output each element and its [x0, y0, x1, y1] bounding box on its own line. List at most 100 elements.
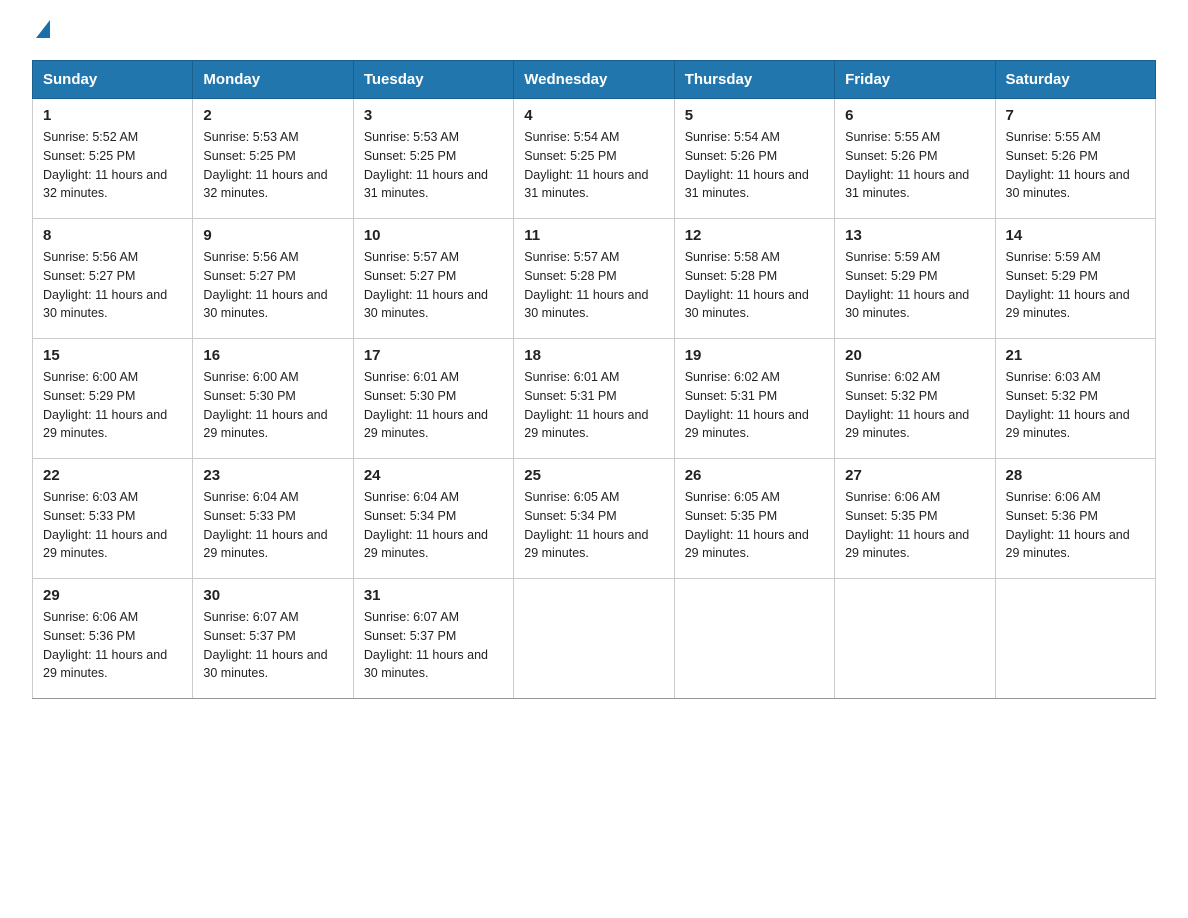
- day-number: 13: [845, 227, 984, 244]
- day-number: 17: [364, 347, 503, 364]
- calendar-cell: 26Sunrise: 6:05 AMSunset: 5:35 PMDayligh…: [674, 459, 834, 579]
- calendar-body: 1Sunrise: 5:52 AMSunset: 5:25 PMDaylight…: [33, 99, 1156, 699]
- day-info: Sunrise: 6:05 AMSunset: 5:35 PMDaylight:…: [685, 488, 824, 563]
- calendar-cell: 14Sunrise: 5:59 AMSunset: 5:29 PMDayligh…: [995, 219, 1155, 339]
- calendar-cell: [514, 579, 674, 699]
- calendar-cell: [835, 579, 995, 699]
- calendar-week-row: 8 Sunrise: 5:56 AMSunset: 5:27 PMDaylight…: [33, 219, 1156, 339]
- day-number: 19: [685, 347, 824, 364]
- day-number: 16: [203, 347, 342, 364]
- calendar-cell: [995, 579, 1155, 699]
- calendar-cell: 30 Sunrise: 6:07 AMSunset: 5:37 PMDayligh…: [193, 579, 353, 699]
- calendar-cell: 1Sunrise: 5:52 AMSunset: 5:25 PMDaylight…: [33, 99, 193, 219]
- day-number: 14: [1006, 227, 1145, 244]
- day-info: Sunrise: 5:54 AMSunset: 5:26 PMDaylight:…: [685, 128, 824, 203]
- day-number: 8: [43, 227, 182, 244]
- day-info: Sunrise: 5:53 AMSunset: 5:25 PMDaylight:…: [364, 128, 503, 203]
- calendar-week-row: 29Sunrise: 6:06 AMSunset: 5:36 PMDayligh…: [33, 579, 1156, 699]
- day-info: Sunrise: 6:00 AMSunset: 5:30 PMDaylight:…: [203, 368, 342, 443]
- weekday-header-thursday: Thursday: [674, 61, 834, 99]
- weekday-header-monday: Monday: [193, 61, 353, 99]
- day-number: 5: [685, 107, 824, 124]
- calendar-cell: 29Sunrise: 6:06 AMSunset: 5:36 PMDayligh…: [33, 579, 193, 699]
- day-info: Sunrise: 6:01 AMSunset: 5:30 PMDaylight:…: [364, 368, 503, 443]
- day-info: Sunrise: 5:55 AMSunset: 5:26 PMDaylight:…: [1006, 128, 1145, 203]
- calendar-cell: 5 Sunrise: 5:54 AMSunset: 5:26 PMDaylight…: [674, 99, 834, 219]
- day-info: Sunrise: 6:04 AMSunset: 5:33 PMDaylight:…: [203, 488, 342, 563]
- day-number: 6: [845, 107, 984, 124]
- calendar-week-row: 1Sunrise: 5:52 AMSunset: 5:25 PMDaylight…: [33, 99, 1156, 219]
- calendar-cell: 13Sunrise: 5:59 AMSunset: 5:29 PMDayligh…: [835, 219, 995, 339]
- day-number: 2: [203, 107, 342, 124]
- calendar-cell: 23 Sunrise: 6:04 AMSunset: 5:33 PMDayligh…: [193, 459, 353, 579]
- day-number: 21: [1006, 347, 1145, 364]
- weekday-header-wednesday: Wednesday: [514, 61, 674, 99]
- day-info: Sunrise: 5:55 AMSunset: 5:26 PMDaylight:…: [845, 128, 984, 203]
- day-info: Sunrise: 5:58 AMSunset: 5:28 PMDaylight:…: [685, 248, 824, 323]
- calendar-cell: 9 Sunrise: 5:56 AMSunset: 5:27 PMDaylight…: [193, 219, 353, 339]
- calendar-cell: 17 Sunrise: 6:01 AMSunset: 5:30 PMDayligh…: [353, 339, 513, 459]
- weekday-header-row: SundayMondayTuesdayWednesdayThursdayFrid…: [33, 61, 1156, 99]
- calendar-cell: 10Sunrise: 5:57 AMSunset: 5:27 PMDayligh…: [353, 219, 513, 339]
- calendar-week-row: 22 Sunrise: 6:03 AMSunset: 5:33 PMDayligh…: [33, 459, 1156, 579]
- day-info: Sunrise: 5:53 AMSunset: 5:25 PMDaylight:…: [203, 128, 342, 203]
- day-info: Sunrise: 6:03 AMSunset: 5:32 PMDaylight:…: [1006, 368, 1145, 443]
- calendar-cell: 3 Sunrise: 5:53 AMSunset: 5:25 PMDaylight…: [353, 99, 513, 219]
- day-number: 9: [203, 227, 342, 244]
- weekday-header-tuesday: Tuesday: [353, 61, 513, 99]
- day-number: 10: [364, 227, 503, 244]
- calendar-cell: 15 Sunrise: 6:00 AMSunset: 5:29 PMDayligh…: [33, 339, 193, 459]
- day-info: Sunrise: 6:02 AMSunset: 5:31 PMDaylight:…: [685, 368, 824, 443]
- day-info: Sunrise: 6:06 AMSunset: 5:36 PMDaylight:…: [43, 608, 182, 683]
- day-number: 15: [43, 347, 182, 364]
- calendar-cell: 8 Sunrise: 5:56 AMSunset: 5:27 PMDaylight…: [33, 219, 193, 339]
- calendar-cell: 2 Sunrise: 5:53 AMSunset: 5:25 PMDaylight…: [193, 99, 353, 219]
- calendar-cell: 24Sunrise: 6:04 AMSunset: 5:34 PMDayligh…: [353, 459, 513, 579]
- day-info: Sunrise: 6:05 AMSunset: 5:34 PMDaylight:…: [524, 488, 663, 563]
- calendar-cell: 6 Sunrise: 5:55 AMSunset: 5:26 PMDaylight…: [835, 99, 995, 219]
- calendar-cell: 19 Sunrise: 6:02 AMSunset: 5:31 PMDayligh…: [674, 339, 834, 459]
- day-number: 4: [524, 107, 663, 124]
- day-info: Sunrise: 5:56 AMSunset: 5:27 PMDaylight:…: [43, 248, 182, 323]
- day-info: Sunrise: 6:00 AMSunset: 5:29 PMDaylight:…: [43, 368, 182, 443]
- calendar-cell: 18 Sunrise: 6:01 AMSunset: 5:31 PMDayligh…: [514, 339, 674, 459]
- day-number: 30: [203, 587, 342, 604]
- day-number: 24: [364, 467, 503, 484]
- day-number: 23: [203, 467, 342, 484]
- calendar-cell: 12 Sunrise: 5:58 AMSunset: 5:28 PMDayligh…: [674, 219, 834, 339]
- day-info: Sunrise: 5:54 AMSunset: 5:25 PMDaylight:…: [524, 128, 663, 203]
- weekday-header-sunday: Sunday: [33, 61, 193, 99]
- calendar-cell: 4 Sunrise: 5:54 AMSunset: 5:25 PMDaylight…: [514, 99, 674, 219]
- day-info: Sunrise: 6:06 AMSunset: 5:36 PMDaylight:…: [1006, 488, 1145, 563]
- calendar-header: SundayMondayTuesdayWednesdayThursdayFrid…: [33, 61, 1156, 99]
- day-info: Sunrise: 6:07 AMSunset: 5:37 PMDaylight:…: [203, 608, 342, 683]
- day-number: 7: [1006, 107, 1145, 124]
- calendar-table: SundayMondayTuesdayWednesdayThursdayFrid…: [32, 60, 1156, 699]
- day-info: Sunrise: 6:02 AMSunset: 5:32 PMDaylight:…: [845, 368, 984, 443]
- logo: [32, 24, 50, 42]
- logo-triangle-icon: [36, 20, 50, 38]
- day-info: Sunrise: 6:06 AMSunset: 5:35 PMDaylight:…: [845, 488, 984, 563]
- calendar-cell: 28Sunrise: 6:06 AMSunset: 5:36 PMDayligh…: [995, 459, 1155, 579]
- calendar-cell: 7 Sunrise: 5:55 AMSunset: 5:26 PMDaylight…: [995, 99, 1155, 219]
- calendar-cell: 27Sunrise: 6:06 AMSunset: 5:35 PMDayligh…: [835, 459, 995, 579]
- day-info: Sunrise: 6:01 AMSunset: 5:31 PMDaylight:…: [524, 368, 663, 443]
- day-info: Sunrise: 5:56 AMSunset: 5:27 PMDaylight:…: [203, 248, 342, 323]
- calendar-cell: 16 Sunrise: 6:00 AMSunset: 5:30 PMDayligh…: [193, 339, 353, 459]
- day-number: 20: [845, 347, 984, 364]
- day-number: 22: [43, 467, 182, 484]
- calendar-cell: [674, 579, 834, 699]
- weekday-header-friday: Friday: [835, 61, 995, 99]
- day-number: 18: [524, 347, 663, 364]
- day-number: 11: [524, 227, 663, 244]
- day-number: 3: [364, 107, 503, 124]
- day-info: Sunrise: 6:07 AMSunset: 5:37 PMDaylight:…: [364, 608, 503, 683]
- day-number: 31: [364, 587, 503, 604]
- day-info: Sunrise: 6:03 AMSunset: 5:33 PMDaylight:…: [43, 488, 182, 563]
- day-info: Sunrise: 5:52 AMSunset: 5:25 PMDaylight:…: [43, 128, 182, 203]
- weekday-header-saturday: Saturday: [995, 61, 1155, 99]
- calendar-cell: 20 Sunrise: 6:02 AMSunset: 5:32 PMDayligh…: [835, 339, 995, 459]
- calendar-week-row: 15 Sunrise: 6:00 AMSunset: 5:29 PMDayligh…: [33, 339, 1156, 459]
- day-number: 12: [685, 227, 824, 244]
- calendar-cell: 25Sunrise: 6:05 AMSunset: 5:34 PMDayligh…: [514, 459, 674, 579]
